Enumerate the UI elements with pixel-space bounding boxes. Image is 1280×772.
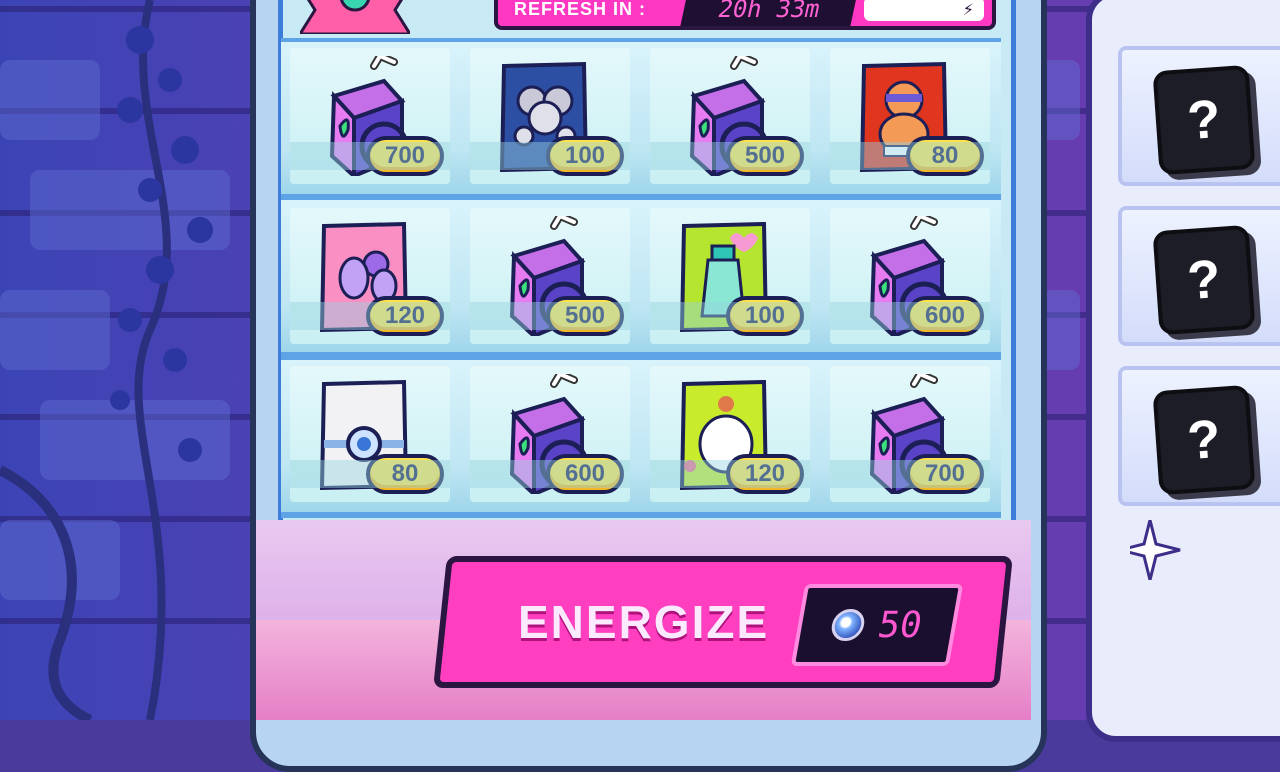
refresh-timer-bar: REFRESH IN : 20h 33m ⚡: [494, 0, 996, 30]
gem-coin-icon: [829, 609, 868, 641]
price-tag: 80: [366, 454, 444, 494]
juice-box-icon: [869, 216, 949, 336]
shop-slot[interactable]: 100: [470, 48, 630, 184]
price-tag: 120: [366, 296, 444, 336]
energize-cost: 50: [790, 584, 964, 666]
juice-box-icon: [509, 374, 589, 494]
mystery-slot[interactable]: ?: [1118, 366, 1280, 506]
pink-fairy-snack-bag-icon: [319, 221, 409, 333]
shop-slot[interactable]: 80: [830, 48, 990, 184]
price-tag: 500: [546, 296, 624, 336]
bear-snack-bag-icon: [859, 61, 949, 173]
refresh-timer: 20h 33m: [680, 0, 858, 26]
juice-box-icon: [329, 56, 409, 176]
white-gem-snack-bag-icon: [319, 379, 409, 491]
mouse-snack-bag-icon: [499, 61, 589, 173]
shop-slot[interactable]: 80: [290, 366, 450, 502]
refresh-label: REFRESH IN :: [514, 0, 647, 19]
price-tag: 100: [546, 136, 624, 176]
price-tag: 700: [366, 136, 444, 176]
mystery-slot[interactable]: ?: [1118, 46, 1280, 186]
energize-cost-value: 50: [874, 604, 926, 646]
juice-box-icon: [509, 216, 589, 336]
juice-box-icon: [689, 56, 769, 176]
mystery-mark: ?: [1185, 408, 1223, 472]
shop-slot[interactable]: 700: [830, 366, 990, 502]
shop-slot[interactable]: 120: [290, 208, 450, 344]
refresh-skip-button[interactable]: ⚡: [864, 0, 984, 21]
price-tag: 120: [726, 454, 804, 494]
energize-label: ENERGIZE: [518, 596, 770, 648]
shop-slot[interactable]: 500: [470, 208, 630, 344]
shop-slot[interactable]: 500: [650, 48, 810, 184]
shop-slot[interactable]: 100: [650, 208, 810, 344]
mystery-card-icon: ?: [1152, 224, 1256, 336]
price-tag: 700: [906, 454, 984, 494]
spray-bottle-snack-bag-icon: [679, 221, 769, 333]
mystery-slot[interactable]: ?: [1118, 206, 1280, 346]
mystery-mark: ?: [1185, 248, 1223, 312]
vine-decoration: [0, 0, 213, 720]
price-tag: 100: [726, 296, 804, 336]
shop-slot[interactable]: 600: [470, 366, 630, 502]
ribbon-badge-icon: [300, 0, 410, 34]
price-tag: 80: [906, 136, 984, 176]
juice-box-icon: [869, 374, 949, 494]
price-tag: 600: [546, 454, 624, 494]
mystery-card-icon: ?: [1152, 384, 1256, 496]
energize-button[interactable]: ENERGIZE 50: [446, 562, 1000, 682]
sparkle-icon: [1130, 520, 1181, 580]
price-tag: 600: [906, 296, 984, 336]
cat-flower-snack-bag-icon: [679, 379, 769, 491]
price-tag: 500: [726, 136, 804, 176]
shop-slot[interactable]: 600: [830, 208, 990, 344]
mystery-mark: ?: [1185, 88, 1223, 152]
shop-slot[interactable]: 120: [650, 366, 810, 502]
mystery-card-icon: ?: [1152, 64, 1256, 176]
shop-slot[interactable]: 700: [290, 48, 450, 184]
